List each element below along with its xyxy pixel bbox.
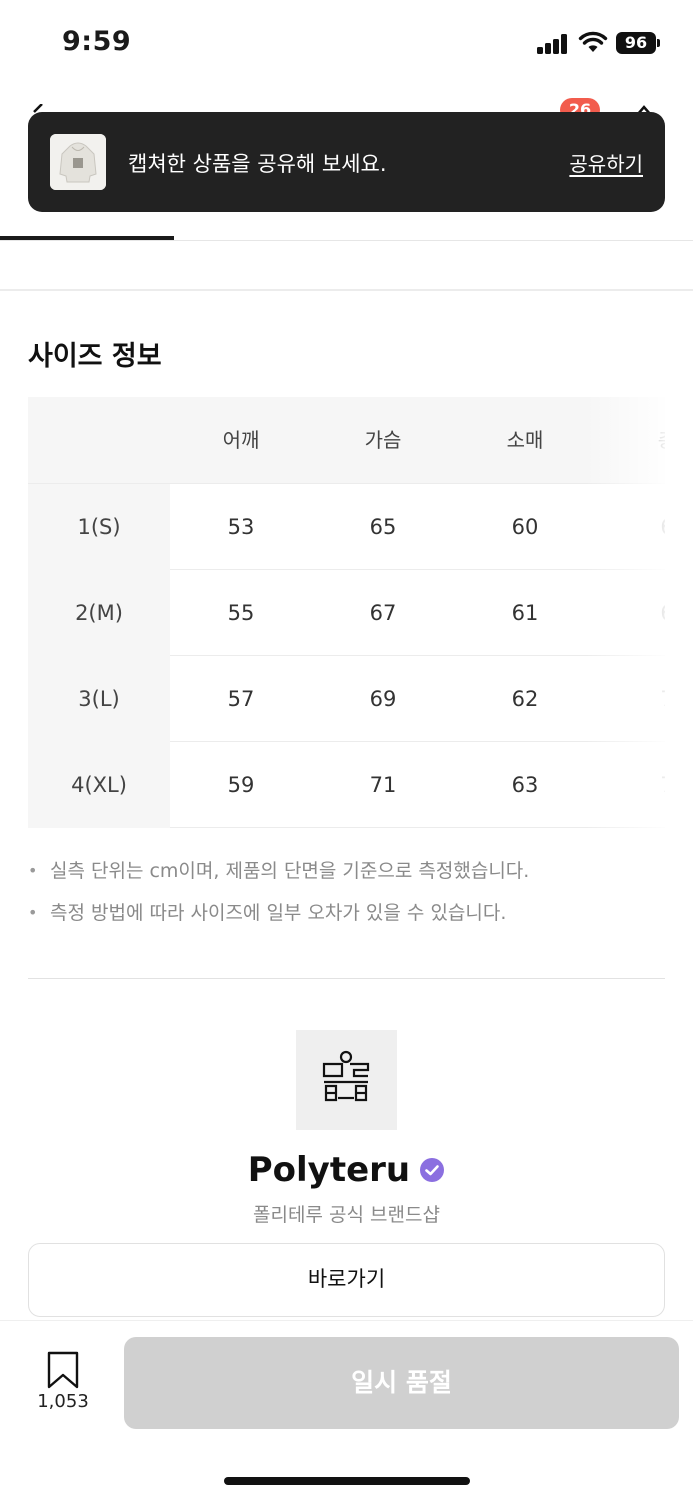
product-thumbnail [50,134,106,190]
size-label: 4(XL) [28,742,170,828]
size-label: 3(L) [28,656,170,742]
table-cell: 67 [369,601,397,625]
table-row: 1(S) 53 65 60 6 [28,484,665,570]
table-cell: 7 [596,742,665,828]
home-indicator [224,1477,470,1485]
column-header: 소매 [506,428,544,452]
table-row: 4(XL) 59 71 63 7 [28,742,665,828]
column-header: 가슴 [364,428,402,452]
table-cell: 71 [369,773,397,797]
size-label: 1(S) [28,484,170,570]
table-cell: 57 [227,687,255,711]
table-cell: 63 [511,773,539,797]
table-row: 2(M) 55 67 61 6 [28,570,665,656]
brand-name-row: Polyteru [0,1150,693,1190]
column-header: 어깨 [222,428,260,452]
table-cell: 65 [369,515,397,539]
table-cell: 55 [227,601,255,625]
table-cell: 59 [227,773,255,797]
brand-logo-mark [322,1050,370,1102]
note-item: 측정 방법에 따라 사이즈에 일부 오차가 있을 수 있습니다. [28,898,668,940]
table-cell: 6 [596,570,665,656]
wifi-icon [578,31,608,52]
note-item: 실측 단위는 cm이며, 제품의 단면을 기준으로 측정했습니다. [28,856,668,898]
size-info-title: 사이즈 정보 [28,341,162,372]
brand-logo[interactable] [296,1030,397,1130]
bookmark-count: 1,053 [37,1391,89,1412]
table-cell: 7 [596,656,665,742]
hoodie-image [50,134,106,190]
table-cell: 53 [227,515,255,539]
table-cell: 69 [369,687,397,711]
brand-divider [28,978,665,979]
battery-tip [657,39,660,47]
column-header: 총 [596,397,665,483]
section-divider [0,289,693,291]
table-header-row: 어깨 가슴 소매 총 [28,397,665,484]
table-row: 3(L) 57 69 62 7 [28,656,665,742]
bookmark-button[interactable]: 1,053 [30,1351,96,1421]
size-table[interactable]: 어깨 가슴 소매 총 1(S) 53 65 60 6 2(M) 55 67 61… [28,397,665,830]
size-label: 2(M) [28,570,170,656]
capture-share-toast: 캡쳐한 상품을 공유해 보세요. 공유하기 [28,112,665,212]
status-time: 9:59 [62,26,132,57]
brand-name[interactable]: Polyteru [248,1150,410,1190]
bookmark-icon [47,1351,79,1389]
bottom-action-bar: 1,053 일시 품절 [0,1320,693,1500]
table-cell: 6 [596,484,665,570]
measurement-notes: 실측 단위는 cm이며, 제품의 단면을 기준으로 측정했습니다. 측정 방법에… [28,856,668,940]
battery-indicator: 96 [616,32,656,54]
go-to-brand-button[interactable]: 바로가기 [28,1243,665,1317]
share-link[interactable]: 공유하기 [569,148,643,177]
cellular-signal-icon [537,34,569,54]
table-cell: 60 [511,515,539,539]
sold-out-button[interactable]: 일시 품절 [124,1337,679,1429]
table-cell: 61 [511,601,539,625]
brand-subtitle: 폴리테루 공식 브랜드샵 [253,1204,440,1226]
tab-divider [0,240,693,241]
verified-badge-icon [420,1158,445,1182]
status-bar: 9:59 96 [0,0,693,90]
table-cell: 62 [511,687,539,711]
toast-message: 캡쳐한 상품을 공유해 보세요. [128,152,387,176]
